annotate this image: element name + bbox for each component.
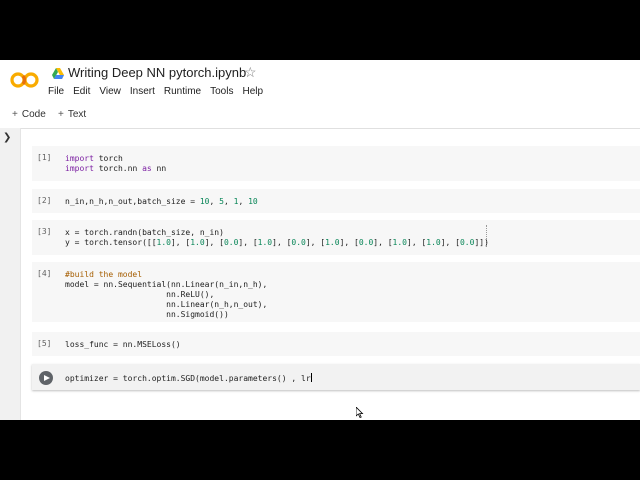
menu-file[interactable]: File (48, 86, 64, 97)
cell-code[interactable]: loss_func = nn.MSELoss() (65, 340, 181, 350)
menu-view[interactable]: View (99, 86, 121, 97)
execution-count: [3] (37, 227, 52, 236)
toolbar: + Code + Text (0, 106, 640, 129)
mouse-pointer-icon (356, 407, 364, 418)
execution-count: [2] (37, 196, 52, 205)
code-cell-5[interactable]: [5] loss_func = nn.MSELoss() (32, 332, 640, 356)
add-text-label: Text (67, 109, 87, 120)
cell-code[interactable]: import torch import torch.nn as nn (65, 154, 166, 174)
cell-code[interactable]: #build the model model = nn.Sequential(n… (65, 270, 267, 320)
plus-icon: + (58, 109, 64, 120)
plus-icon: + (12, 109, 18, 120)
cell-code[interactable]: n_in,n_h,n_out,batch_size = 10, 5, 1, 10 (65, 197, 258, 207)
code-cell-1[interactable]: [1] import torch import torch.nn as nn (32, 146, 640, 181)
execution-count: [5] (37, 339, 52, 348)
menu-edit[interactable]: Edit (73, 86, 90, 97)
notebook-title[interactable]: Writing Deep NN pytorch.ipynb (68, 65, 246, 80)
star-icon[interactable]: ☆ (244, 64, 257, 81)
add-code-label: Code (21, 109, 46, 120)
code-cell-4[interactable]: [4] #build the model model = nn.Sequenti… (32, 262, 640, 322)
left-rail: ❯ (0, 128, 21, 420)
code-cell-3[interactable]: [3] x = torch.randn(batch_size, n_in) y … (32, 220, 640, 255)
chevron-right-icon[interactable]: ❯ (3, 132, 11, 143)
menu-help[interactable]: Help (242, 86, 263, 97)
cell-code-editor[interactable]: optimizer = torch.optim.SGD(model.parame… (65, 373, 312, 384)
code-cell-active[interactable]: optimizer = torch.optim.SGD(model.parame… (32, 364, 640, 390)
run-cell-icon[interactable] (39, 371, 53, 385)
colab-logo[interactable] (10, 72, 40, 88)
drive-icon (52, 68, 64, 79)
add-text-button[interactable]: + Text (58, 109, 86, 120)
menu-bar: File Edit View Insert Runtime Tools Help (48, 86, 272, 97)
menu-runtime[interactable]: Runtime (164, 86, 201, 97)
menu-insert[interactable]: Insert (130, 86, 155, 97)
code-cell-2[interactable]: [2] n_in,n_h,n_out,batch_size = 10, 5, 1… (32, 189, 640, 213)
menu-tools[interactable]: Tools (210, 86, 233, 97)
add-code-button[interactable]: + Code (12, 109, 46, 120)
execution-count: [4] (37, 269, 52, 278)
cell-code[interactable]: x = torch.randn(batch_size, n_in) y = to… (65, 228, 489, 248)
execution-count: [1] (37, 153, 52, 162)
colab-window: Writing Deep NN pytorch.ipynb ☆ File Edi… (0, 60, 640, 420)
text-cursor (310, 373, 312, 382)
